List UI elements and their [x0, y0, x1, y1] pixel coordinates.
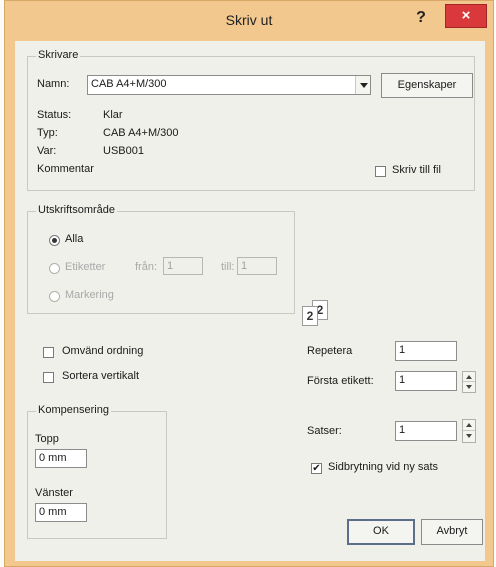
spin-down-icon[interactable] [463, 382, 475, 392]
printer-name-label: Namn: [37, 78, 70, 90]
sets-label: Satser: [307, 425, 342, 437]
page-break-label[interactable]: Sidbrytning vid ny sats [328, 461, 438, 473]
range-labels-radio[interactable] [49, 263, 60, 274]
status-value: Klar [103, 109, 123, 121]
collate-page-front: 2 [302, 306, 318, 326]
page-break-checkbox[interactable]: ✔ [311, 463, 322, 474]
type-value: CAB A4+M/300 [103, 127, 179, 139]
printer-name-combo[interactable]: CAB A4+M/300 [87, 75, 371, 95]
spin-up-icon[interactable] [463, 372, 475, 382]
spin-up-icon[interactable] [463, 420, 475, 431]
sort-vertical-label[interactable]: Sortera vertikalt [62, 370, 139, 382]
sort-vertical-checkbox[interactable] [43, 372, 54, 383]
title-bar[interactable]: Skriv ut ? × [5, 1, 493, 41]
type-label: Typ: [37, 127, 58, 139]
dialog-client-area: Skrivare Namn: CAB A4+M/300 Egenskaper S… [15, 41, 485, 561]
sets-input[interactable]: 1 [395, 421, 457, 441]
print-dialog: Skriv ut ? × Skrivare Namn: CAB A4+M/300… [4, 0, 494, 567]
comment-label: Kommentar [37, 163, 94, 175]
ok-button[interactable]: OK [347, 519, 415, 545]
reverse-order-checkbox[interactable] [43, 347, 54, 358]
spin-down-icon[interactable] [463, 431, 475, 442]
range-all-label[interactable]: Alla [65, 233, 83, 245]
range-from-input[interactable]: 1 [163, 257, 203, 275]
reverse-order-label[interactable]: Omvänd ordning [62, 345, 143, 357]
first-label-spinner[interactable] [462, 371, 476, 393]
close-button[interactable]: × [445, 4, 487, 28]
compensation-legend: Kompensering [36, 404, 111, 416]
sets-spinner[interactable] [462, 419, 476, 443]
top-label: Topp [35, 433, 59, 445]
range-selection-label[interactable]: Markering [65, 289, 114, 301]
where-value: USB001 [103, 145, 144, 157]
properties-button[interactable]: Egenskaper [381, 73, 473, 98]
where-label: Var: [37, 145, 57, 157]
range-to-input[interactable]: 1 [237, 257, 277, 275]
repeat-input[interactable]: 1 [395, 341, 457, 361]
range-selection-radio[interactable] [49, 291, 60, 302]
print-to-file-label[interactable]: Skriv till fil [392, 164, 441, 176]
status-label: Status: [37, 109, 72, 121]
first-label-label: Första etikett: [307, 375, 374, 387]
collate-pages-icon: 2 2 [302, 300, 330, 328]
first-label-input[interactable]: 1 [395, 371, 457, 391]
printer-group-legend: Skrivare [36, 49, 81, 61]
left-offset-input[interactable]: 0 mm [35, 503, 87, 522]
help-button[interactable]: ? [407, 9, 435, 31]
repeat-label: Repetera [307, 345, 353, 357]
top-offset-input[interactable]: 0 mm [35, 449, 87, 468]
print-range-legend: Utskriftsområde [36, 204, 118, 216]
range-labels-label[interactable]: Etiketter [65, 261, 105, 273]
cancel-button[interactable]: Avbryt [421, 519, 483, 545]
printer-name-value: CAB A4+M/300 [91, 78, 167, 90]
left-label: Vänster [35, 487, 73, 499]
range-from-label: från: [135, 261, 158, 273]
chevron-down-icon[interactable] [355, 76, 370, 94]
range-to-label: till: [221, 261, 235, 273]
range-all-radio[interactable] [49, 235, 60, 246]
print-to-file-checkbox[interactable] [375, 166, 386, 177]
